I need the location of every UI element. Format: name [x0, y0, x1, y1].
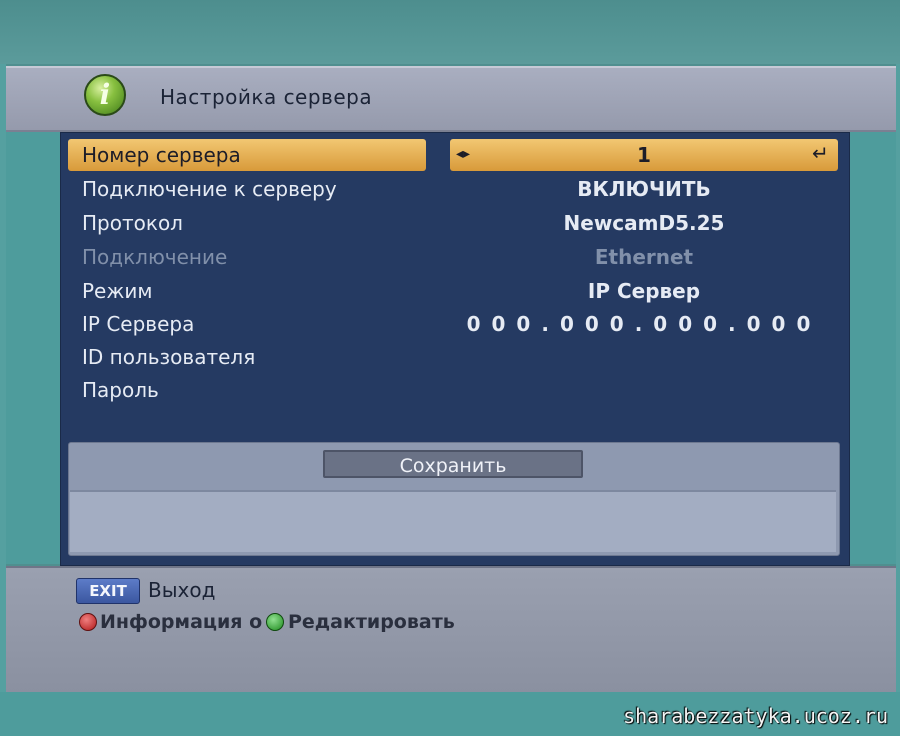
watermark: sharabezzatyka.ucoz.ru [623, 704, 888, 728]
label-protocol[interactable]: Протокол [82, 211, 183, 235]
message-area [70, 490, 836, 552]
side-strip-right [848, 132, 896, 564]
value-mode[interactable]: IP Сервер [452, 279, 836, 303]
header-bar [6, 66, 896, 132]
value-server-ip[interactable]: 000.000.000.000 [452, 312, 836, 336]
label-password[interactable]: Пароль [82, 378, 159, 402]
green-button-icon[interactable] [266, 613, 284, 631]
exit-key-button[interactable]: EXIT [76, 578, 140, 604]
frame-top [0, 0, 900, 64]
edit-label: Редактировать [288, 611, 455, 633]
save-button[interactable]: Сохранить [323, 450, 583, 478]
red-button-icon[interactable] [79, 613, 97, 631]
frame-right [896, 64, 900, 704]
page-title: Настройка сервера [160, 85, 373, 109]
info-icon: i [84, 74, 126, 116]
label-server-number[interactable]: Номер сервера [82, 143, 241, 167]
label-user-id[interactable]: ID пользователя [82, 345, 255, 369]
label-mode[interactable]: Режим [82, 279, 152, 303]
value-protocol[interactable]: NewcamD5.25 [452, 211, 836, 235]
value-connection: Ethernet [594, 245, 694, 269]
info-label: Информация о ( [100, 611, 278, 633]
value-server-number[interactable]: 1 [452, 143, 836, 167]
label-connection: Подключение [82, 245, 228, 269]
stb-screen: i Настройка сервера ◂▸ ↵ Номер сервера 1… [0, 0, 900, 736]
side-strip-left [6, 132, 60, 564]
label-server-ip[interactable]: IP Сервера [82, 312, 194, 336]
exit-label: Выход [148, 578, 216, 602]
value-server-connection[interactable]: ВКЛЮЧИТЬ [452, 177, 836, 201]
label-server-connection[interactable]: Подключение к серверу [82, 177, 337, 201]
